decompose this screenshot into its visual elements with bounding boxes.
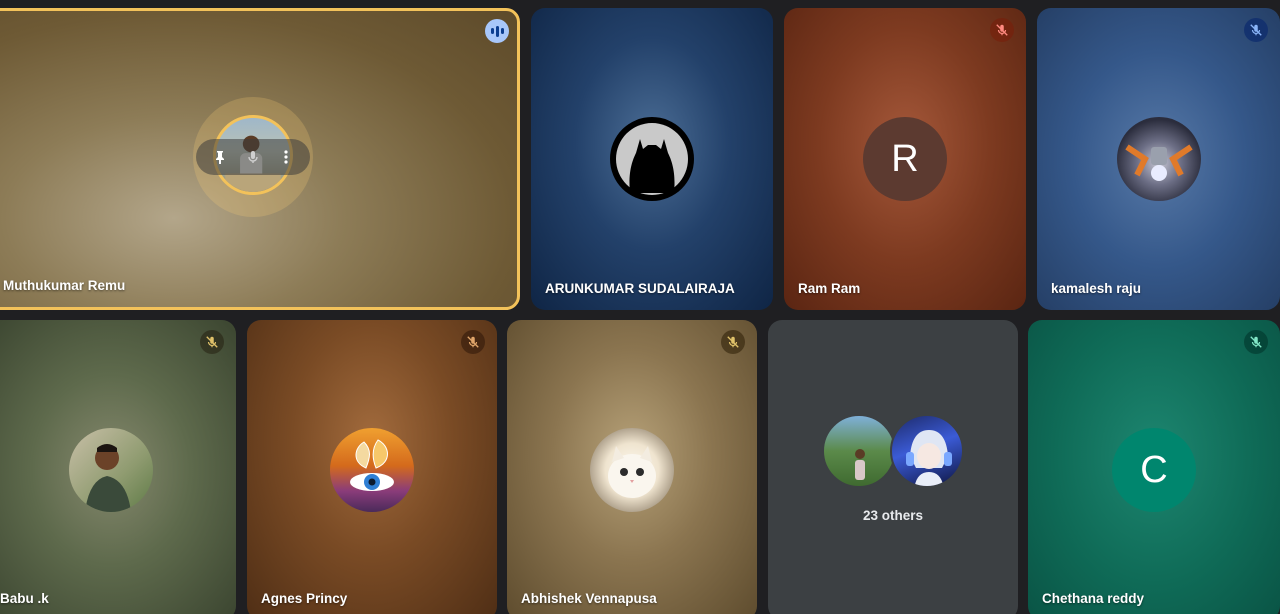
- avatar-letter: C: [1140, 448, 1168, 491]
- mic-off-icon: [1244, 330, 1268, 354]
- avatar-letter: R: [891, 137, 919, 180]
- pin-icon[interactable]: [209, 146, 231, 168]
- person-photo-icon: [85, 444, 131, 512]
- participant-name: Chethana reddy: [1042, 591, 1145, 606]
- participant-name: Agnes Princy: [261, 591, 348, 606]
- mute-participant-icon[interactable]: [242, 146, 264, 168]
- avatar: C: [1112, 428, 1196, 512]
- avatar: [590, 428, 674, 512]
- avatar: [822, 414, 896, 488]
- participant-tile-chethana[interactable]: C Chethana reddy: [1028, 320, 1280, 614]
- participant-tile-ram[interactable]: R Ram Ram: [784, 8, 1026, 310]
- participant-tile-agnes[interactable]: Agnes Princy: [247, 320, 497, 614]
- avatar: [330, 428, 414, 512]
- participant-tile-abhishek[interactable]: Abhishek Vennapusa: [507, 320, 757, 614]
- butterfly-eye-icon: [350, 439, 394, 491]
- avatar: R: [863, 117, 947, 201]
- participant-name: ARUNKUMAR SUDALAIRAJA: [545, 281, 735, 296]
- participant-tile-muthukumar[interactable]: Muthukumar Remu: [0, 8, 520, 310]
- others-count: 23 others: [862, 508, 924, 523]
- batman-icon: [616, 123, 688, 195]
- avatar: [1116, 117, 1201, 201]
- participant-name: Babu .k: [0, 591, 49, 606]
- speaking-indicator-icon: [485, 19, 509, 43]
- participant-name: Ram Ram: [798, 281, 861, 296]
- meeting-grid: Muthukumar Remu ARUNKUMAR SUDALAIRAJA R …: [0, 0, 1280, 614]
- participant-tile-kamalesh[interactable]: kamalesh raju: [1037, 8, 1280, 310]
- participant-tile-babu[interactable]: Babu .k: [0, 320, 236, 614]
- mic-off-icon: [1244, 18, 1268, 42]
- participant-name: Muthukumar Remu: [3, 278, 126, 293]
- robot-photo-icon: [1124, 144, 1193, 181]
- participant-controls: [196, 139, 310, 175]
- avatar: [890, 414, 964, 488]
- anime-character-icon: [906, 430, 952, 486]
- mic-off-icon: [990, 18, 1014, 42]
- mic-off-icon: [461, 330, 485, 354]
- mic-off-icon: [200, 330, 224, 354]
- participant-tile-arunkumar[interactable]: ARUNKUMAR SUDALAIRAJA: [531, 8, 773, 310]
- avatar: [610, 117, 694, 201]
- kitten-photo-icon: [608, 446, 656, 498]
- others-tile[interactable]: 23 others: [768, 320, 1018, 614]
- avatar: [69, 428, 153, 512]
- participant-name: kamalesh raju: [1051, 281, 1142, 296]
- participant-name: Abhishek Vennapusa: [521, 591, 657, 606]
- more-options-icon[interactable]: [275, 146, 297, 168]
- mic-off-icon: [721, 330, 745, 354]
- person-photo-icon: [855, 449, 865, 480]
- others-avatars: [768, 414, 1018, 488]
